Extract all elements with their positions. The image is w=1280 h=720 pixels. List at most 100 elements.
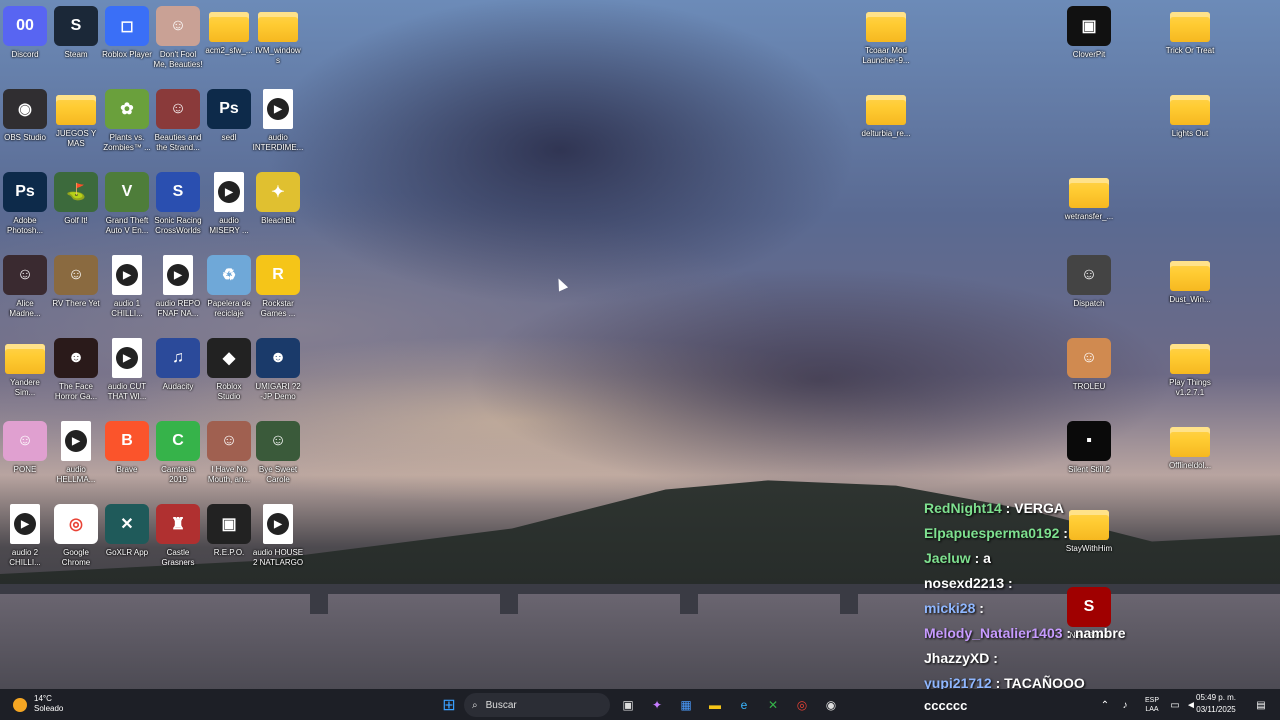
app-icon: Ps	[3, 172, 47, 212]
desktop-icon[interactable]: IVM_window s	[252, 6, 304, 66]
desktop-icon-label: Yandere Sim...	[10, 378, 40, 397]
desktop-icon[interactable]: ✿ Plants vs. Zombies™ ...	[101, 89, 153, 153]
search-box[interactable]: ⌕ Buscar	[464, 693, 610, 717]
desktop-icon[interactable]: Tcoaar Mod Launcher-9...	[860, 6, 912, 66]
desktop-icon[interactable]: ▶ audio 1 CHILLI...	[101, 255, 153, 319]
obs-taskbar-icon[interactable]: ◉	[820, 694, 842, 716]
language-indicator[interactable]: ESP LAA	[1140, 694, 1164, 716]
desktop-icon[interactable]: delturbia_re...	[860, 89, 912, 139]
desktop-icon[interactable]: ☺ TROLEU	[1063, 338, 1115, 392]
desktop-icon-label: The Face Horror Ga...	[54, 382, 98, 401]
app-icon: Ps	[207, 89, 251, 129]
store-icon[interactable]: ▦	[675, 694, 697, 716]
desktop-icon[interactable]: ☺ I Have No Mouth, an...	[203, 421, 255, 485]
desktop-icon[interactable]: Yandere Sim...	[0, 338, 51, 398]
desktop-icon[interactable]: wetransfer_...	[1063, 172, 1115, 222]
desktop-icon[interactable]: ▣ R.E.P.O.	[203, 504, 255, 558]
desktop-icon[interactable]: ✕ GoXLR App	[101, 504, 153, 558]
desktop-icon[interactable]: ▶ audio HELLMA...	[50, 421, 102, 485]
desktop-icon[interactable]: Play Things v1.2.7.1	[1164, 338, 1216, 398]
desktop-icon[interactable]: ☺ Don't Fool Me, Beauties!	[152, 6, 204, 70]
desktop-icon[interactable]: 00 Discord	[0, 6, 51, 60]
desktop-icon[interactable]: ☺ PONE	[0, 421, 51, 475]
desktop-icon[interactable]: B Brave	[101, 421, 153, 475]
desktop-icon-label: Don't Fool Me, Beauties!	[153, 50, 203, 69]
network-icon[interactable]: ▭	[1168, 694, 1182, 716]
desktop-icon-label: audio HOUSE 2 NATLARGO	[252, 548, 304, 567]
folder-icon	[1069, 178, 1109, 208]
desktop-icon[interactable]: Offlineldol...	[1164, 421, 1216, 471]
play-icon: ▶	[218, 181, 240, 203]
chat-message: micki28 :	[924, 596, 1224, 621]
desktop-icon-label: Sonic Racing CrossWorlds	[154, 216, 202, 235]
desktop-icon[interactable]: Dust_Win...	[1164, 255, 1216, 305]
desktop-icon[interactable]: ☻ UMIGARI ?2 -JP Demo	[252, 338, 304, 402]
desktop-icon[interactable]: ♫ Audacity	[152, 338, 204, 392]
weather-widget[interactable]: 14°C Soleado	[34, 694, 63, 714]
folder-icon	[5, 344, 45, 374]
desktop-icon[interactable]: ☺ Beauties and the Strand...	[152, 89, 204, 153]
desktop-icon[interactable]: ◎ Google Chrome	[50, 504, 102, 568]
chrome-taskbar-icon[interactable]: ◎	[791, 694, 813, 716]
desktop-icon[interactable]: ◆ Roblox Studio	[203, 338, 255, 402]
desktop-icon[interactable]: ◉ OBS Studio	[0, 89, 51, 143]
desktop-icon[interactable]: JUEGOS Y MAS	[50, 89, 102, 149]
desktop-icon[interactable]: ♜ Castle Grasners	[152, 504, 204, 568]
clock[interactable]: 05:49 p. m. 03/11/2025	[1196, 692, 1236, 716]
desktop-icon[interactable]: V Grand Theft Auto V En...	[101, 172, 153, 236]
desktop-icon[interactable]: ▶ audio 2 CHILLI...	[0, 504, 51, 568]
stream-chat-overlay: RedNight14 : VERGA Elpapuesperma0192 : Ja…	[924, 496, 1224, 696]
desktop-icon-label: Papelera de reciclaje	[207, 299, 251, 318]
desktop-icon[interactable]: R Rockstar Games ...	[252, 255, 304, 319]
bridge-pillar	[840, 592, 858, 614]
desktop-icon[interactable]: ☺ RV There Yet	[50, 255, 102, 309]
desktop-icon[interactable]: Ps sedl	[203, 89, 255, 143]
app-icon: ✦	[256, 172, 300, 212]
desktop-icon-label: Castle Grasners	[161, 548, 195, 567]
desktop-icon[interactable]: ☻ The Face Horror Ga...	[50, 338, 102, 402]
desktop-icon[interactable]: acm2_sfw_...	[203, 6, 255, 56]
task-view-icon[interactable]: ▣	[617, 694, 639, 716]
desktop-icon[interactable]: S Steam	[50, 6, 102, 60]
desktop-icon[interactable]: ▶ audio INTERDIME...	[252, 89, 304, 153]
file-explorer-icon[interactable]: ▬	[704, 694, 726, 716]
notification-icon[interactable]: ▤	[1254, 694, 1268, 716]
desktop-icon-label: Dispatch	[1073, 299, 1105, 308]
desktop-icon[interactable]: Trick Or Treat	[1164, 6, 1216, 56]
folder-icon	[56, 95, 96, 125]
copilot-icon[interactable]: ✦	[646, 694, 668, 716]
desktop-icon[interactable]: ✦ BleachBit	[252, 172, 304, 226]
chevron-up-icon[interactable]: ⌃	[1098, 694, 1112, 716]
goxlr-taskbar-icon[interactable]: ✕	[762, 694, 784, 716]
desktop-icon[interactable]: ▶ audio CUT THAT WI...	[101, 338, 153, 402]
desktop-icon[interactable]: C Camtasia 2019	[152, 421, 204, 485]
desktop-icon[interactable]: ☺ Bye Sweet Carole	[252, 421, 304, 485]
weather-icon[interactable]	[10, 694, 30, 716]
edge-icon[interactable]: e	[733, 694, 755, 716]
desktop-icon[interactable]: ▶ audio REPO FNAF NA...	[152, 255, 204, 319]
bridge-pillar	[310, 592, 328, 614]
folder-icon	[866, 12, 906, 42]
desktop-icon[interactable]: ▶ audio MISERY ...	[203, 172, 255, 236]
desktop-icon[interactable]: ☺ Dispatch	[1063, 255, 1115, 309]
app-icon: ♻	[207, 255, 251, 295]
microphone-icon[interactable]: ♪	[1118, 694, 1132, 716]
desktop-icon[interactable]: ☺ Alice Madne...	[0, 255, 51, 319]
desktop-icon[interactable]: ◻ Roblox Player	[101, 6, 153, 60]
desktop-icon[interactable]: ▶ audio HOUSE 2 NATLARGO	[252, 504, 304, 568]
desktop-icon[interactable]: ▣ CloverPit	[1063, 6, 1115, 60]
desktop-icon-label: OBS Studio	[4, 133, 46, 142]
desktop-icon-label: audio 2 CHILLI...	[9, 548, 41, 567]
start-button[interactable]: ⊞	[438, 694, 460, 716]
app-icon: ◆	[207, 338, 251, 378]
desktop-icon[interactable]: Ps Adobe Photosh...	[0, 172, 51, 236]
desktop-icon[interactable]: Lights Out	[1164, 89, 1216, 139]
folder-icon	[1170, 261, 1210, 291]
desktop-icon[interactable]: ⛳ Golf It!	[50, 172, 102, 226]
desktop-icon[interactable]: ▪ Silent Still 2	[1063, 421, 1115, 475]
desktop-icon-label: Discord	[11, 50, 39, 59]
desktop-icon[interactable]: S Sonic Racing CrossWorlds	[152, 172, 204, 236]
chat-separator: :	[975, 600, 984, 616]
desktop-icon-label: Adobe Photosh...	[6, 216, 44, 235]
desktop-icon[interactable]: ♻ Papelera de reciclaje	[203, 255, 255, 319]
